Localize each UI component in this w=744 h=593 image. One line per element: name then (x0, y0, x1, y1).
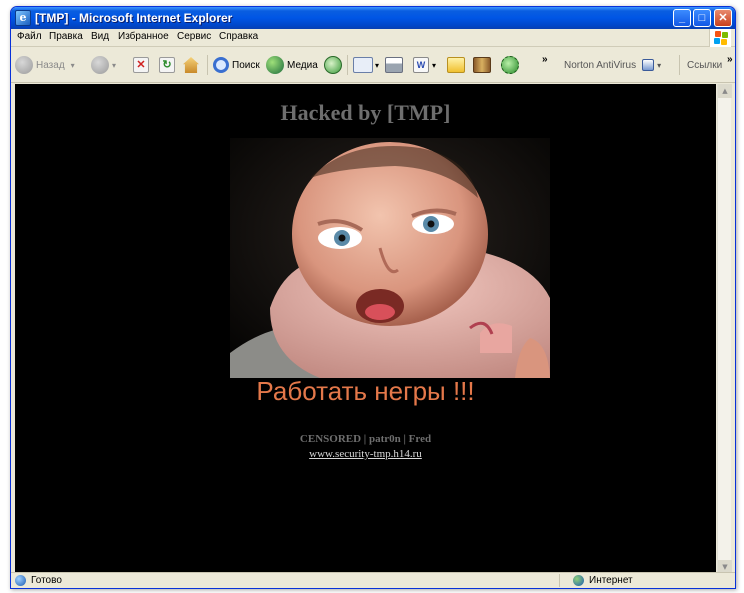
media-label: Медиа (287, 59, 318, 71)
vertical-scrollbar[interactable]: ▲ ▼ (717, 84, 732, 574)
toolbar-separator (347, 55, 348, 75)
browser-window: e [TMP] - Microsoft Internet Explorer _ … (10, 6, 736, 589)
messenger-icon (501, 56, 519, 74)
toolbar: Назад ▾ ▾ ✕ ↻ Поиск Медиа ▾ W ▾ » Norton… (11, 47, 735, 83)
menu-view[interactable]: Вид (91, 31, 109, 42)
status-text: Готово (31, 575, 62, 586)
refresh-icon: ↻ (159, 57, 175, 73)
menu-bar: Файл Правка Вид Избранное Сервис Справка (11, 29, 735, 47)
media-icon (266, 56, 284, 74)
norton-dropdown-icon[interactable]: ▾ (657, 61, 661, 70)
norton-label: Norton AntiVirus (564, 59, 637, 71)
site-link[interactable]: www.security-tmp.h14.ru (15, 448, 716, 460)
page-loaded-icon (15, 575, 26, 586)
norton-antivirus-button[interactable]: Norton AntiVirus ▾ (564, 55, 661, 75)
word-icon: W (413, 57, 429, 73)
home-button[interactable] (183, 55, 199, 75)
page-slogan: Работать негры !!! (256, 376, 475, 406)
mail-icon (353, 57, 373, 73)
forward-arrow-icon (91, 56, 109, 74)
forward-dropdown-icon[interactable]: ▾ (112, 61, 116, 70)
norton-icon (642, 59, 655, 71)
ie-icon: e (15, 10, 31, 26)
edit-button[interactable]: W ▾ (413, 55, 436, 75)
menu-tools[interactable]: Сервис (177, 31, 211, 42)
links-chevron[interactable]: » (727, 49, 733, 69)
search-icon (213, 57, 229, 73)
mail-button[interactable]: ▾ (353, 55, 379, 75)
page-heading: Hacked by [TMP] (280, 100, 451, 125)
history-button[interactable] (324, 55, 345, 75)
close-button[interactable]: ✕ (714, 9, 732, 27)
windows-logo-icon (709, 29, 731, 47)
mail-dropdown-icon[interactable]: ▾ (375, 61, 379, 70)
menu-file[interactable]: Файл (17, 31, 42, 42)
print-icon (385, 57, 403, 73)
stop-icon: ✕ (133, 57, 149, 73)
research-icon (473, 57, 491, 73)
page-credits: CENSORED | patr0n | Fred (299, 433, 432, 445)
menu-favorites[interactable]: Избранное (118, 31, 169, 42)
status-divider (559, 574, 560, 587)
scroll-up-icon[interactable]: ▲ (718, 84, 732, 98)
forward-button[interactable]: ▾ (91, 55, 116, 75)
home-icon (183, 57, 199, 73)
angry-baby-photo (230, 138, 550, 378)
links-button[interactable]: Ссылки (687, 55, 722, 75)
toolbar-separator (679, 55, 680, 75)
refresh-button[interactable]: ↻ (159, 55, 175, 75)
edit-dropdown-icon[interactable]: ▾ (432, 61, 436, 70)
status-bar: Готово Интернет (11, 572, 735, 588)
menu-help[interactable]: Справка (219, 31, 258, 42)
back-arrow-icon (15, 56, 33, 74)
back-dropdown-icon[interactable]: ▾ (71, 61, 75, 70)
window-title: [TMP] - Microsoft Internet Explorer (35, 11, 233, 25)
media-button[interactable]: Медиа (266, 55, 318, 75)
discuss-button[interactable] (447, 55, 465, 75)
discuss-icon (447, 57, 465, 73)
maximize-button[interactable]: □ (693, 9, 711, 27)
messenger-button[interactable] (501, 55, 522, 75)
minimize-button[interactable]: _ (673, 9, 691, 27)
back-button[interactable]: Назад ▾ (15, 55, 75, 75)
title-bar[interactable]: e [TMP] - Microsoft Internet Explorer _ … (11, 7, 735, 29)
print-button[interactable] (385, 55, 403, 75)
research-button[interactable] (473, 55, 491, 75)
stop-button[interactable]: ✕ (133, 55, 149, 75)
menu-edit[interactable]: Правка (49, 31, 83, 42)
back-label: Назад (36, 59, 65, 71)
page-content: Hacked by [TMP] Работать негры !!! CENSO… (15, 84, 716, 574)
history-icon (324, 56, 342, 74)
security-zone-label: Интернет (589, 575, 633, 586)
toolbar-separator (207, 55, 208, 75)
search-label: Поиск (232, 59, 260, 71)
internet-globe-icon (573, 575, 584, 586)
search-button[interactable]: Поиск (213, 55, 260, 75)
toolbar-chevron[interactable]: » (542, 49, 548, 69)
